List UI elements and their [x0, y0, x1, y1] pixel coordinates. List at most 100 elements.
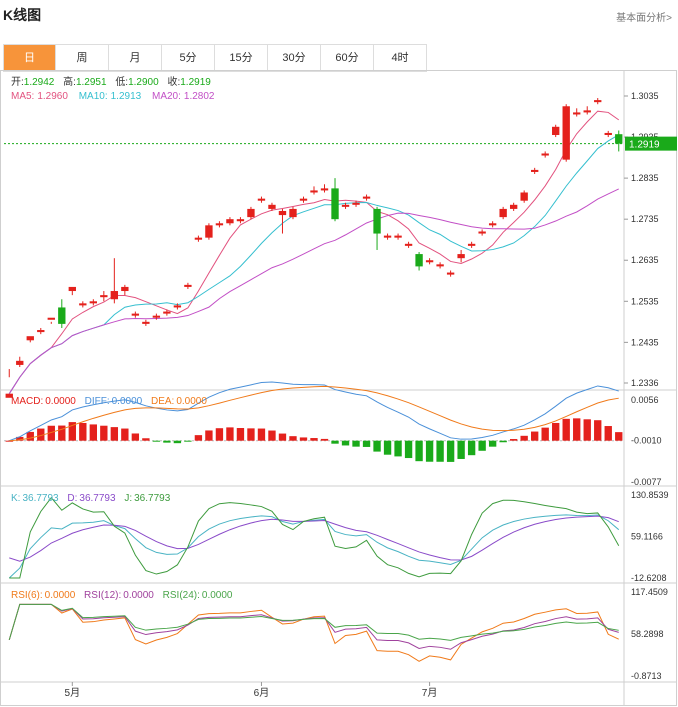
candle-body	[110, 291, 119, 300]
tab-15min[interactable]: 15分	[215, 45, 268, 71]
rsi24-line	[8, 603, 619, 641]
candle-body	[299, 198, 308, 201]
candle-body	[37, 330, 45, 333]
kline-chart[interactable]: 1.30351.29351.28351.27351.26351.25351.24…	[0, 70, 678, 707]
candle-body	[26, 336, 34, 341]
candle-body	[173, 305, 182, 308]
price-tick-label: 1.2635	[631, 255, 659, 265]
macd-bar	[583, 419, 591, 441]
price-tick-label: 1.2336	[631, 378, 659, 388]
macd-bar	[89, 424, 97, 441]
candle-body	[257, 198, 266, 201]
macd-bar	[289, 436, 297, 441]
macd-bar	[142, 438, 150, 441]
candle-body	[467, 243, 476, 246]
macd-bar	[457, 440, 465, 459]
price-tick-label: 1.2735	[631, 214, 659, 224]
macd-bar	[509, 439, 518, 441]
macd-bar	[331, 440, 339, 444]
candle-body	[436, 264, 444, 267]
diff-label: DIFF:	[85, 396, 110, 407]
macd-bar	[173, 440, 182, 444]
rsi-panel: 117.4509 58.2898 -0.8713	[8, 587, 668, 681]
price-tick-label: 1.2435	[631, 337, 659, 347]
macd-bar	[352, 440, 360, 447]
candle-body	[573, 112, 581, 115]
candle-body	[499, 208, 507, 218]
tab-day[interactable]: 日	[3, 45, 56, 71]
svg-text:RSI(6):0.0000 RSI(12):0.00: RSI(6): 0.0000 RSI(12): 0.0000 RSI(24): 0.0…	[11, 590, 233, 601]
x-tick-label: 7月	[422, 687, 438, 699]
d-value: 36.7793	[79, 493, 116, 504]
tab-5min[interactable]: 5分	[162, 45, 215, 71]
candle-body	[184, 284, 192, 287]
candle-body	[594, 100, 602, 103]
macd-bar	[26, 431, 34, 441]
candle-body	[541, 153, 549, 156]
macd-bar	[383, 440, 392, 455]
price-tick-label: 1.2835	[631, 173, 659, 183]
macd-bar	[341, 440, 350, 446]
candle-body	[236, 219, 245, 222]
ma10-label: MA10:	[79, 91, 108, 102]
candle-body	[352, 202, 360, 205]
macd-bar	[257, 428, 266, 441]
ma5-value: 1.2960	[37, 91, 68, 102]
tab-4hour[interactable]: 4时	[374, 45, 427, 71]
candle-body	[205, 225, 213, 238]
macd-bar	[541, 427, 549, 441]
tab-30min[interactable]: 30分	[268, 45, 321, 71]
rsi12-label: RSI(12):	[84, 590, 121, 601]
candle-body	[268, 204, 276, 209]
candle-body	[58, 307, 66, 324]
candle-body	[425, 260, 434, 263]
candle-body	[404, 243, 413, 246]
candle-body	[142, 321, 150, 324]
ma10-line	[8, 134, 619, 394]
high-label: 高:	[63, 75, 76, 88]
candle-body	[362, 196, 371, 199]
macd-bar	[236, 428, 245, 441]
candle-body	[194, 237, 203, 240]
macd-bar	[467, 440, 476, 456]
j-line	[9, 496, 620, 579]
candle-body	[152, 315, 161, 318]
kdj-tick-label: -12.6208	[631, 573, 667, 583]
candle-body	[531, 169, 539, 172]
macd-tick-label: -0.0010	[631, 436, 662, 446]
ma5-label: MA5:	[11, 91, 34, 102]
fundamental-analysis-link[interactable]: 基本面分析>	[616, 9, 672, 24]
candle-body	[68, 286, 76, 292]
candle-body	[289, 208, 297, 218]
macd-bar	[163, 440, 171, 443]
low-label: 低:	[115, 75, 128, 88]
macd-bar	[299, 437, 308, 441]
d-label: D:	[67, 493, 77, 504]
macd-value: 0.0000	[45, 396, 76, 407]
dea-label: DEA:	[151, 396, 174, 407]
macd-bar	[615, 432, 623, 441]
svg-text:开:1.2942 高:1.2951 低:1.: 开:1.2942 高:1.2951 低:1.2900 收:1.2919	[11, 75, 211, 88]
kdj-tick-label: 130.8539	[631, 490, 669, 500]
candle-body	[552, 126, 560, 136]
macd-bar	[488, 440, 497, 447]
macd-bar	[268, 430, 276, 441]
ma20-line	[8, 188, 619, 394]
candle-body	[131, 313, 140, 316]
macd-bar	[310, 438, 318, 441]
macd-bar	[425, 440, 434, 462]
chart-header: K线图 基本面分析>	[0, 0, 678, 30]
period-tabs: 日 周 月 5分 15分 30分 60分 4时	[3, 44, 427, 72]
tab-week[interactable]: 周	[56, 45, 109, 71]
macd-bar	[499, 440, 507, 443]
candle-body	[278, 210, 287, 216]
macd-bar	[100, 425, 108, 441]
candle-body	[394, 235, 402, 238]
macd-bar	[552, 422, 560, 441]
rsi-tick-label: -0.8713	[631, 671, 662, 681]
macd-bar	[478, 440, 486, 451]
candle-body	[121, 286, 129, 292]
macd-bar	[194, 435, 203, 441]
tab-month[interactable]: 月	[109, 45, 162, 71]
tab-60min[interactable]: 60分	[321, 45, 374, 71]
